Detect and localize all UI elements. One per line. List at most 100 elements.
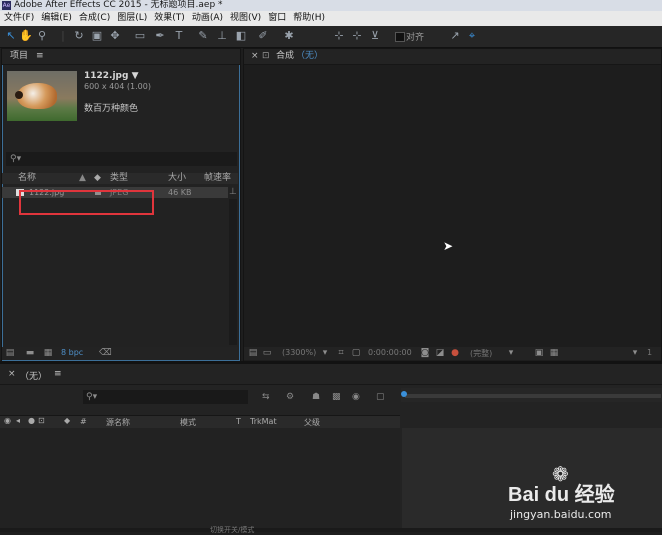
project-scrollbar[interactable]	[229, 199, 237, 345]
axis-local-icon[interactable]: ⊹	[332, 29, 346, 43]
show-snapshot-icon[interactable]: ◪	[435, 349, 445, 358]
rectangle-tool-icon[interactable]: ▭	[133, 29, 147, 43]
column-size[interactable]: 大小	[168, 173, 186, 184]
graph-editor-icon[interactable]: ▢	[376, 392, 385, 402]
column-hash[interactable]: #	[80, 417, 87, 426]
tab-composition[interactable]: 合成	[276, 49, 294, 64]
timecode[interactable]: 0:00:00:00	[368, 348, 412, 357]
separator-icon: |	[61, 29, 65, 42]
label-tag-icon[interactable]: ◆	[94, 173, 101, 184]
grid-icon[interactable]: ⌗	[336, 349, 346, 358]
column-trkmat[interactable]: TrkMat	[250, 417, 277, 426]
camera-tool-icon[interactable]: ▣	[90, 29, 104, 43]
new-folder-icon[interactable]: ▬	[25, 349, 35, 358]
zoom-dropdown[interactable]: (3300%)	[282, 348, 316, 357]
baidu-watermark: ❁ Bai du 经验 jingyan.baidu.com	[508, 464, 658, 528]
snap-target-icon[interactable]: ⌖	[465, 29, 479, 43]
new-composition-icon[interactable]: ▦	[43, 349, 53, 358]
tab-timeline-none[interactable]: （无）	[20, 369, 47, 382]
layer-column-header-bar: ◉ ◂ ● ⊡ ◆ # 源名称 模式 T TrkMat 父级	[0, 415, 400, 428]
shy-layers-icon[interactable]: ☗	[312, 392, 320, 402]
column-fps[interactable]: 帧速率	[204, 173, 231, 184]
always-preview-icon[interactable]: ▤	[248, 349, 258, 358]
video-visibility-icon[interactable]: ◉	[4, 416, 11, 425]
flowchart-icon[interactable]: ⊥	[229, 187, 237, 197]
lock-icon[interactable]: ⊡	[262, 49, 270, 64]
panel-menu-icon[interactable]: ≡	[54, 369, 62, 379]
time-ruler[interactable]	[401, 388, 662, 402]
snapshot-camera-icon[interactable]: ◙	[420, 349, 430, 358]
close-icon[interactable]: ×	[8, 369, 16, 379]
preview-filename[interactable]: 1122.jpg ▼	[84, 71, 139, 81]
snap-checkbox[interactable]	[395, 32, 405, 42]
column-parent[interactable]: 父级	[304, 417, 320, 428]
pen-tool-icon[interactable]: ✒	[153, 29, 167, 43]
motion-blur-icon[interactable]: ◉	[352, 392, 360, 402]
brush-tool-icon[interactable]: ✎	[196, 29, 210, 43]
toggle-switches-modes[interactable]: 切换开关/模式	[210, 525, 254, 535]
transparency-grid-icon[interactable]: ▦	[549, 349, 559, 358]
trash-icon[interactable]: ⌫	[99, 349, 112, 358]
mouse-cursor-icon: ➤	[443, 239, 454, 253]
menu-edit[interactable]: 编辑(E)	[37, 11, 75, 26]
chevron-down-icon[interactable]: ▾	[630, 349, 640, 358]
menu-animation[interactable]: 动画(A)	[188, 11, 226, 26]
column-name[interactable]: 名称	[18, 173, 36, 184]
menu-help[interactable]: 帮助(H)	[289, 11, 328, 26]
comp-mini-flowchart-icon[interactable]: ⇆	[262, 392, 270, 402]
type-tool-icon[interactable]: T	[172, 29, 186, 43]
axis-world-icon[interactable]: ⊹	[350, 29, 364, 43]
highlight-box	[19, 190, 154, 215]
resolution-dropdown[interactable]: (完整)	[470, 348, 492, 359]
region-of-interest-icon[interactable]: ▣	[534, 349, 544, 358]
work-area-bar[interactable]	[405, 394, 661, 398]
interpret-footage-icon[interactable]: ▤	[5, 349, 15, 358]
menu-file[interactable]: 文件(F)	[0, 11, 37, 26]
column-mode[interactable]: 模式	[180, 417, 196, 428]
layer-list[interactable]	[0, 428, 400, 528]
puppet-tool-icon[interactable]: ✱	[282, 29, 296, 43]
project-panel: 项目 ≡ 1122.jpg ▼ 600 x 404 (1.00) 数百万种颜色 …	[1, 48, 241, 362]
monitor-icon[interactable]: ▭	[262, 349, 272, 358]
clone-stamp-tool-icon[interactable]: ⊥	[215, 29, 229, 43]
column-type[interactable]: 类型	[110, 173, 128, 184]
column-t[interactable]: T	[236, 417, 241, 426]
tab-project[interactable]: 项目	[10, 49, 28, 64]
column-source-name[interactable]: 源名称	[106, 417, 130, 428]
label-tag-icon[interactable]: ◆	[64, 416, 70, 425]
panel-menu-icon[interactable]: ≡	[36, 49, 44, 64]
menu-layer[interactable]: 图层(L)	[113, 11, 150, 26]
mask-icon[interactable]: ▢	[351, 349, 361, 358]
audio-icon[interactable]: ◂	[16, 416, 20, 425]
chevron-down-icon[interactable]: ▾	[320, 349, 330, 358]
preview-dimensions: 600 x 404 (1.00)	[84, 82, 151, 91]
hand-tool-icon[interactable]: ✋	[19, 29, 33, 43]
menu-window[interactable]: 窗口	[264, 11, 289, 26]
solo-icon[interactable]: ●	[28, 416, 35, 425]
watermark-brand: Bai du 经验	[508, 484, 615, 506]
project-search-input[interactable]: ⚲▾	[6, 152, 237, 166]
chevron-down-icon[interactable]: ▾	[506, 349, 516, 358]
close-icon[interactable]: ×	[251, 49, 259, 64]
zoom-tool-icon[interactable]: ⚲	[35, 29, 49, 43]
preview-color-info: 数百万种颜色	[84, 104, 139, 114]
snap-option-icon[interactable]: ↗	[448, 29, 462, 43]
frame-blending-icon[interactable]: ▩	[332, 392, 341, 402]
lock-icon[interactable]: ⊡	[38, 416, 45, 425]
menu-effect[interactable]: 效果(T)	[150, 11, 188, 26]
current-time-indicator[interactable]	[401, 391, 407, 397]
axis-view-icon[interactable]: ⊻	[368, 29, 382, 43]
pan-behind-tool-icon[interactable]: ✥	[108, 29, 122, 43]
sort-arrow-icon[interactable]: ▲	[79, 173, 86, 184]
timeline-search-input[interactable]: ⚲▾	[83, 390, 248, 404]
draft-3d-icon[interactable]: ⚙	[286, 392, 294, 402]
menu-view[interactable]: 视图(V)	[226, 11, 264, 26]
bpc-button[interactable]: 8 bpc	[61, 348, 83, 357]
eraser-tool-icon[interactable]: ◧	[234, 29, 248, 43]
toolbar: ↖ ✋ ⚲ | ↻ ▣ ✥ ▭ ✒ T ✎ ⊥ ◧ ✐ ✱ ⊹ ⊹ ⊻ 对齐 ↗…	[0, 26, 662, 48]
color-channel-icon[interactable]: ●	[450, 349, 460, 358]
rotate-tool-icon[interactable]: ↻	[72, 29, 86, 43]
selection-tool-icon[interactable]: ↖	[4, 29, 18, 43]
roto-brush-tool-icon[interactable]: ✐	[256, 29, 270, 43]
menu-composition[interactable]: 合成(C)	[75, 11, 113, 26]
